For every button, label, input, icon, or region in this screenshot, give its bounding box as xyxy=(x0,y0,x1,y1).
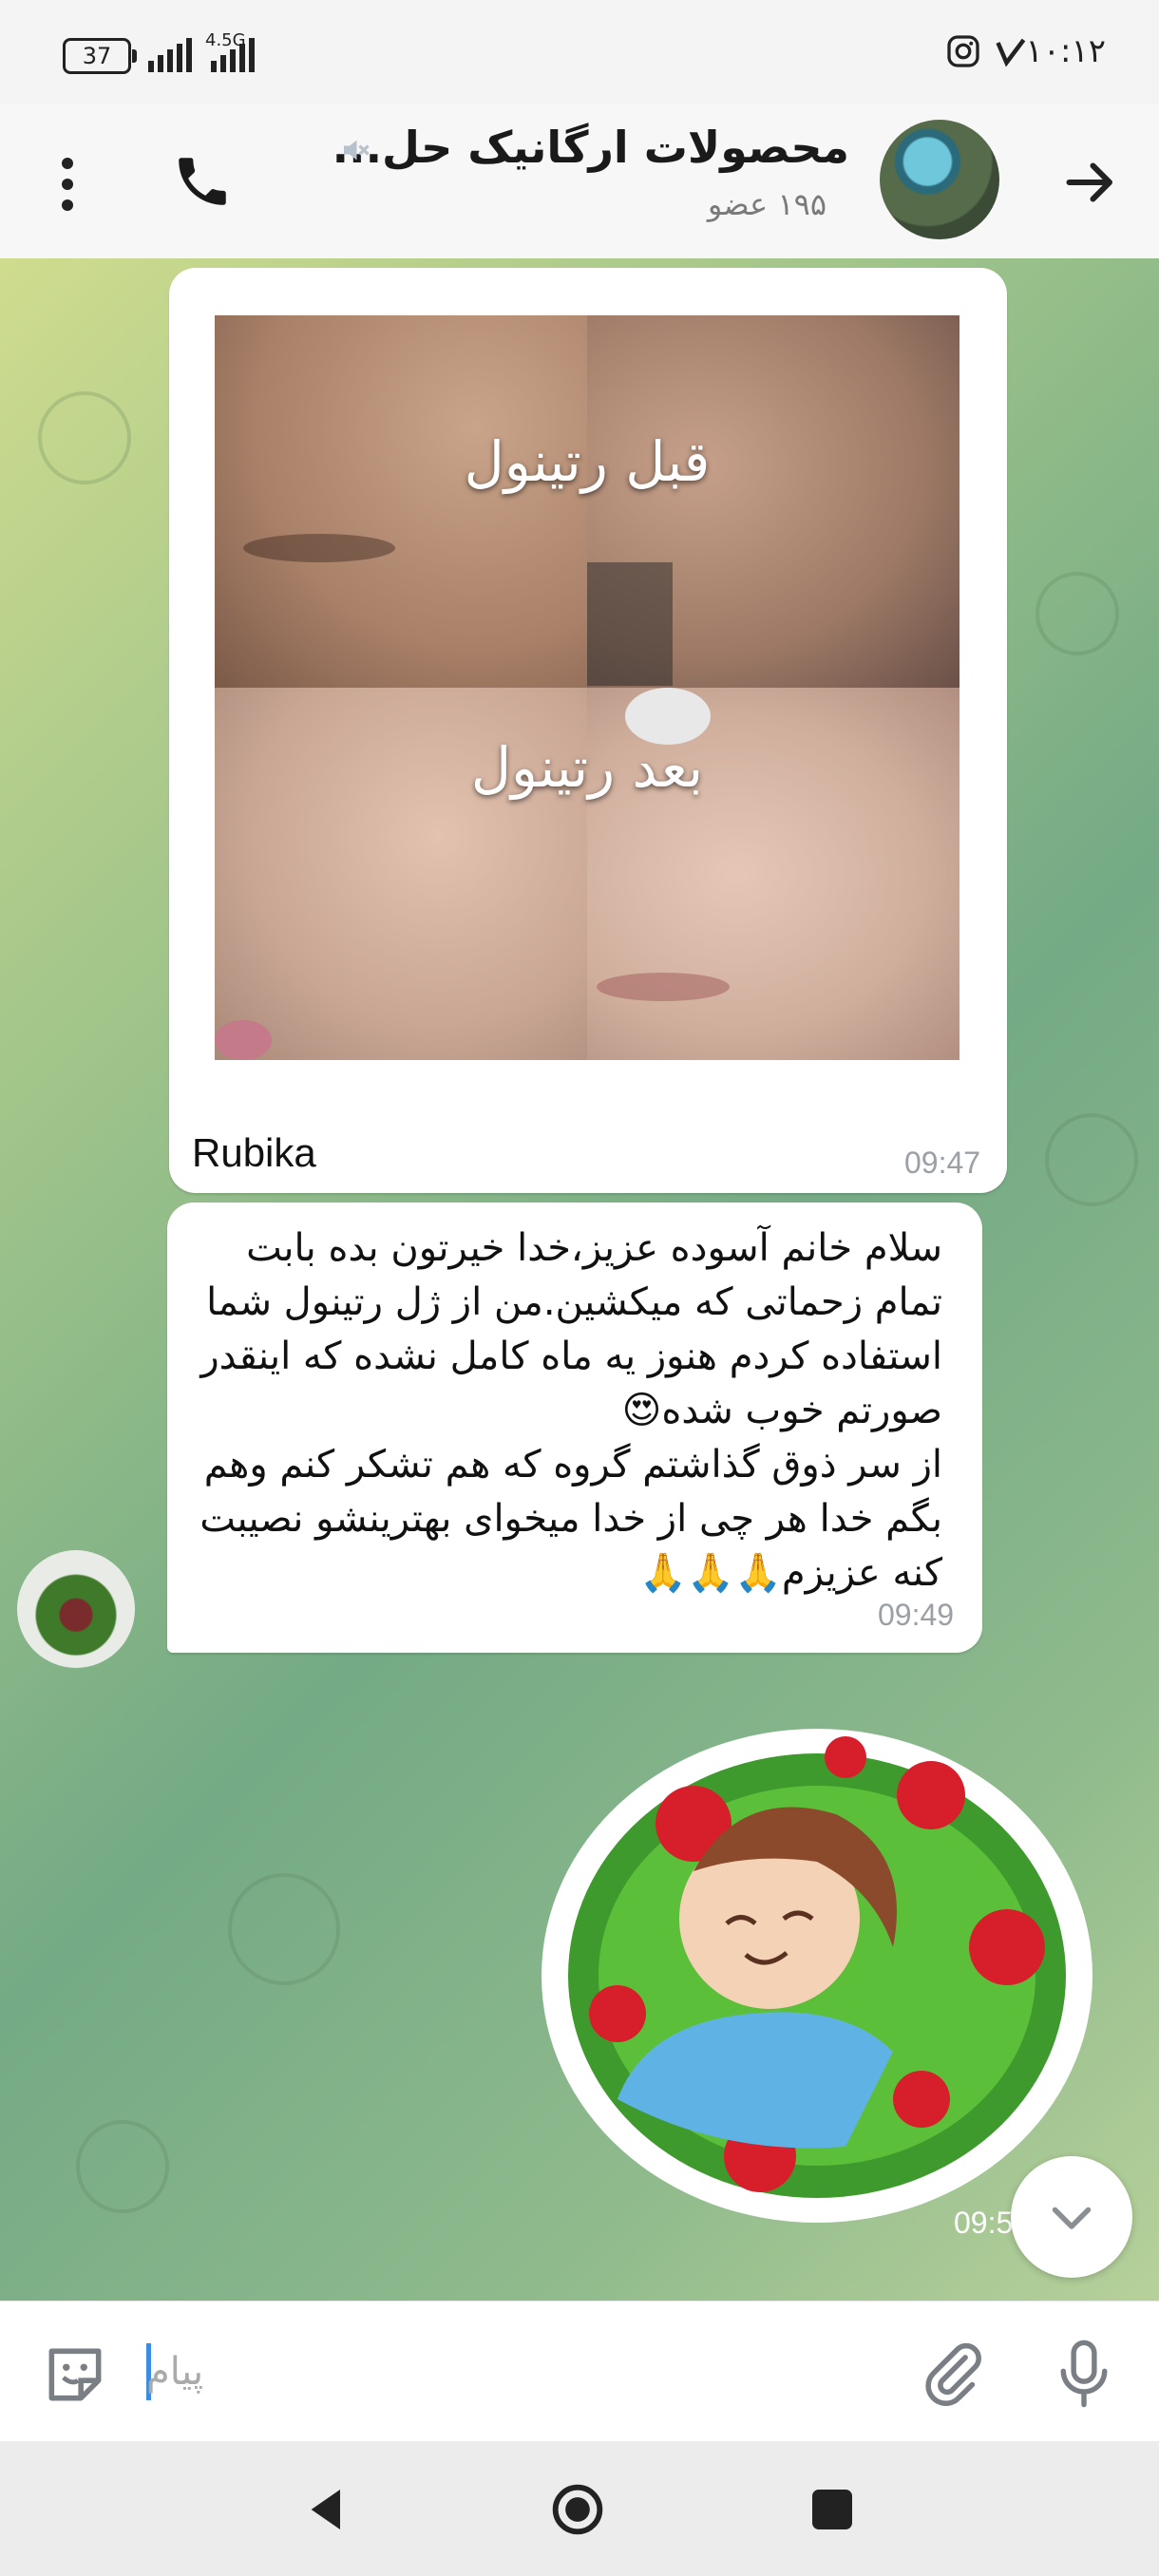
message-time: 09:47 xyxy=(904,1146,981,1180)
chat-title[interactable]: محصولات ارگانیک حل... xyxy=(332,122,849,173)
doodle-decoration xyxy=(38,391,131,484)
muted-speaker-icon xyxy=(344,140,370,161)
message-text: سلام خانم آسوده عزیز،خدا خیرتون بده بابت… xyxy=(200,1226,942,1595)
message-time: 09:5 xyxy=(954,2206,1014,2240)
more-vertical-icon[interactable] xyxy=(53,152,82,211)
chat-area[interactable]: قبل رتینول بعد رتینول Rubika 09:47 سلام … xyxy=(0,258,1159,2301)
clock: ۱۰:۱۲ xyxy=(1025,32,1106,70)
battery-icon: 37 xyxy=(63,38,137,74)
photo-quadrant xyxy=(587,315,960,688)
sender-avatar[interactable] xyxy=(17,1550,135,1668)
nav-back-icon[interactable] xyxy=(300,2483,353,2536)
phone-icon[interactable] xyxy=(171,150,234,213)
arrow-right-icon[interactable] xyxy=(1062,154,1119,211)
photo-label-before: قبل رتینول xyxy=(464,429,711,494)
battery-level: 37 xyxy=(82,43,112,69)
chat-header[interactable]: محصولات ارگانیک حل... ۱۹۵ عضو xyxy=(0,104,1159,260)
notification-check-icon xyxy=(996,38,1026,67)
text-message[interactable]: سلام خانم آسوده عزیز،خدا خیرتون بده بابت… xyxy=(167,1203,982,1653)
photo-label-after: بعد رتینول xyxy=(470,735,704,800)
sticker-smile-icon[interactable] xyxy=(40,2339,110,2410)
message-input-bar xyxy=(0,2301,1159,2442)
doodle-decoration xyxy=(76,2120,169,2213)
photo-quadrant xyxy=(215,315,587,688)
photo-message[interactable]: قبل رتینول بعد رتینول Rubika 09:47 xyxy=(169,268,1007,1193)
nav-recents-icon[interactable] xyxy=(806,2483,859,2536)
doodle-decoration xyxy=(1045,1113,1138,1206)
scroll-down-button[interactable] xyxy=(1011,2156,1132,2278)
message-time: 09:49 xyxy=(878,1598,955,1632)
paperclip-icon[interactable] xyxy=(920,2339,986,2406)
signal-icon xyxy=(148,38,192,72)
status-bar: 37 4.5G ۱۰:۱۲ xyxy=(0,0,1159,104)
chevron-down-icon xyxy=(1052,2207,1092,2229)
doodle-decoration xyxy=(1036,572,1119,655)
signal-icon-2 xyxy=(211,38,255,72)
group-avatar[interactable] xyxy=(880,120,999,239)
photo-caption: Rubika xyxy=(192,1130,316,1175)
sticker-image[interactable] xyxy=(532,1700,1112,2232)
nav-home-icon[interactable] xyxy=(551,2483,604,2536)
member-count: ۱۹۵ عضو xyxy=(707,186,826,222)
doodle-decoration xyxy=(228,1873,340,1985)
instagram-icon xyxy=(947,35,979,67)
microphone-icon[interactable] xyxy=(1053,2338,1115,2410)
system-navigation-bar xyxy=(0,2441,1159,2576)
before-after-photo[interactable]: قبل رتینول بعد رتینول xyxy=(215,315,960,1060)
message-input[interactable] xyxy=(146,2336,906,2408)
